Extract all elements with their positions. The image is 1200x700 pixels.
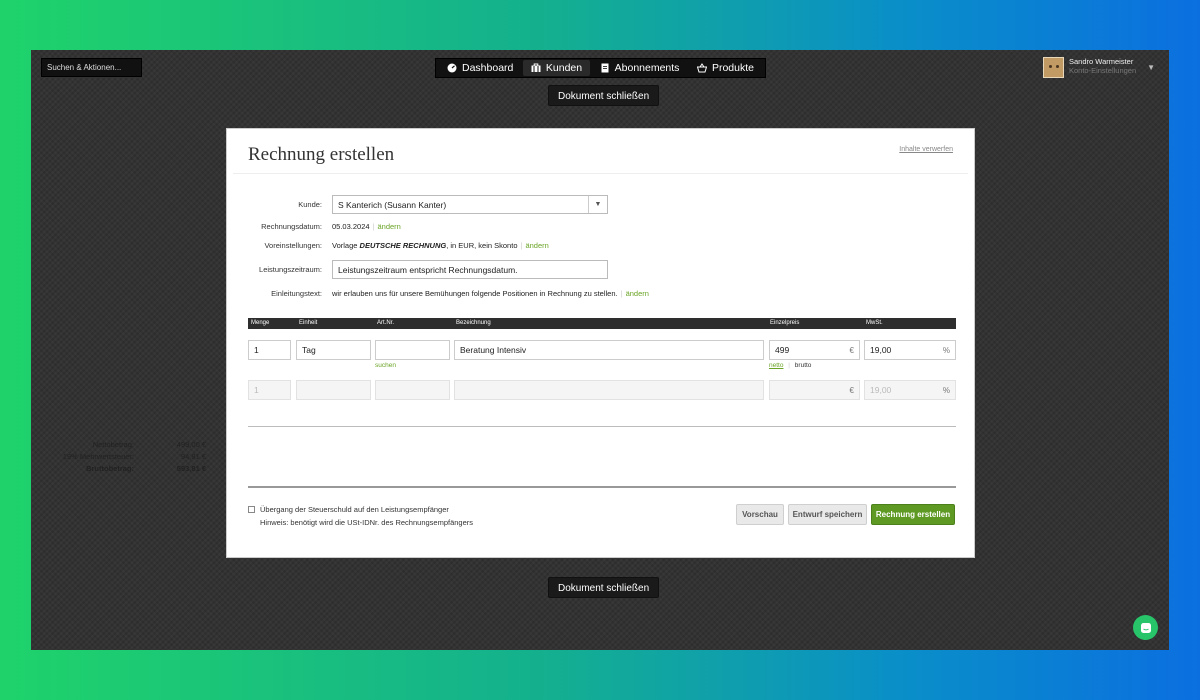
col-artno: Art.Nr. xyxy=(377,320,395,326)
avatar xyxy=(1043,57,1064,78)
col-unit: Einheit xyxy=(299,320,318,326)
main-navigation: Dashboard Kunden Abonnements Produkte xyxy=(435,58,766,78)
dashboard-icon xyxy=(447,63,457,73)
nav-item-produkte[interactable]: Produkte xyxy=(689,60,762,76)
vat-value-empty: 19,00 xyxy=(870,385,892,395)
nav-label-kunden: Kunden xyxy=(545,62,583,74)
vat-total-value: 94,81 € xyxy=(180,452,206,461)
netto-link[interactable]: netto xyxy=(769,362,783,369)
brutto-link[interactable]: brutto xyxy=(795,362,812,369)
presets-label: Voreinstellungen: xyxy=(264,241,322,250)
customer-select[interactable]: S Kanterich (Susann Kanter) ▼ xyxy=(332,195,608,214)
divider xyxy=(248,486,956,488)
nav-item-kunden[interactable]: Kunden xyxy=(522,60,591,76)
intro-text-row: Einleitungstext: wir erlauben uns für un… xyxy=(227,289,649,298)
close-document-button-bottom[interactable]: Dokument schließen xyxy=(548,577,660,598)
service-period-row: Leistungszeitraum: xyxy=(227,260,608,279)
search-article-link[interactable]: suchen xyxy=(375,362,396,369)
user-menu[interactable]: Sandro Warmeister Konto-Einstellungen ▼ xyxy=(1043,57,1155,78)
customer-value: S Kanterich (Susann Kanter) xyxy=(338,199,447,210)
net-label: Nettobetrag: xyxy=(92,440,134,449)
close-document-button-top[interactable]: Dokument schließen xyxy=(548,85,660,106)
reverse-charge-label: Übergang der Steuerschuld auf den Leistu… xyxy=(260,505,449,514)
price-input-empty[interactable]: € xyxy=(769,380,860,400)
link-separator: | xyxy=(372,222,375,231)
euro-icon: € xyxy=(849,385,854,395)
reverse-charge-hint: Hinweis: benötigt wird die USt-IDNr. des… xyxy=(260,518,474,527)
preview-button[interactable]: Vorschau xyxy=(736,504,784,525)
description-input-empty[interactable] xyxy=(454,380,764,400)
price-input[interactable]: 499 € xyxy=(769,340,860,360)
service-period-input[interactable] xyxy=(332,260,608,279)
presets-template: DEUTSCHE RECHNUNG xyxy=(359,241,447,250)
description-input[interactable]: Beratung Intensiv xyxy=(454,340,764,360)
link-separator: | xyxy=(788,362,790,369)
price-value: 499 xyxy=(775,345,790,355)
change-intro-link[interactable]: ändern xyxy=(626,289,649,298)
percent-icon: % xyxy=(942,385,950,395)
nav-label-abonnements: Abonnements xyxy=(614,62,680,74)
gross-label: Bruttobetrag: xyxy=(86,464,134,473)
intro-text-label: Einleitungstext: xyxy=(271,289,322,298)
nav-item-abonnements[interactable]: Abonnements xyxy=(592,60,688,76)
invoice-date-label: Rechnungsdatum: xyxy=(261,222,322,231)
chevron-down-icon[interactable]: ▼ xyxy=(1147,63,1155,72)
briefcase-icon xyxy=(531,63,541,72)
invoice-date-value: 05.03.2024 xyxy=(332,222,370,231)
change-presets-link[interactable]: ändern xyxy=(525,241,548,250)
presets-suffix: , in EUR, kein Skonto xyxy=(446,241,518,250)
intro-text-value: wir erlauben uns für unsere Bemühungen f… xyxy=(332,289,618,298)
unit-input-empty[interactable] xyxy=(296,380,371,400)
vat-input[interactable]: 19,00 % xyxy=(864,340,956,360)
vat-value: 19,00 xyxy=(870,345,892,355)
divider xyxy=(233,173,968,174)
presets-prefix: Vorlage xyxy=(332,241,358,250)
nav-item-dashboard[interactable]: Dashboard xyxy=(439,60,521,76)
invoice-date-row: Rechnungsdatum: 05.03.2024 | ändern xyxy=(227,222,401,231)
gross-value: 593,81 € xyxy=(176,464,206,473)
app-window: Dashboard Kunden Abonnements Produkte Do… xyxy=(31,50,1169,650)
change-date-link[interactable]: ändern xyxy=(378,222,401,231)
qty-input-empty[interactable]: 1 xyxy=(248,380,291,400)
col-desc: Bezeichnung xyxy=(456,320,491,326)
vat-input-empty[interactable]: 19,00 % xyxy=(864,380,956,400)
nav-label-produkte: Produkte xyxy=(711,62,754,74)
basket-icon xyxy=(696,63,707,73)
customer-label: Kunde: xyxy=(298,200,322,209)
invoice-card: Rechnung erstellen Inhalte verwerfen Kun… xyxy=(63,128,975,558)
chat-button[interactable] xyxy=(1133,615,1158,640)
col-qty: Menge xyxy=(251,320,270,326)
col-price: Einzelpreis xyxy=(770,320,800,326)
nav-label-dashboard: Dashboard xyxy=(462,62,514,74)
vat-label: 19% Mehrwertsteuer: xyxy=(62,452,134,461)
document-icon xyxy=(601,63,609,73)
artno-input-empty[interactable] xyxy=(375,380,450,400)
chat-icon xyxy=(1140,622,1151,633)
save-draft-button[interactable]: Entwurf speichern xyxy=(788,504,867,525)
service-period-label: Leistungszeitraum: xyxy=(259,265,322,274)
net-value: 499,00 € xyxy=(176,440,206,449)
artno-input[interactable] xyxy=(375,340,450,360)
net-gross-toggle: netto | brutto xyxy=(769,362,811,369)
create-invoice-button[interactable]: Rechnung erstellen xyxy=(871,504,955,525)
divider xyxy=(248,426,956,427)
euro-icon: € xyxy=(849,345,854,355)
col-vat: MwSt. xyxy=(866,320,883,326)
link-separator: | xyxy=(520,241,523,250)
qty-input[interactable]: 1 xyxy=(248,340,291,360)
unit-input[interactable]: Tag xyxy=(296,340,371,360)
page-title: Rechnung erstellen xyxy=(248,144,395,165)
chevron-down-icon[interactable]: ▼ xyxy=(588,196,607,213)
reverse-charge-checkbox[interactable] xyxy=(248,506,255,513)
discard-content-link[interactable]: Inhalte verwerfen xyxy=(899,146,953,153)
account-settings-link[interactable]: Konto-Einstellungen xyxy=(1069,66,1136,76)
link-separator: | xyxy=(620,289,623,298)
search-input[interactable] xyxy=(41,58,142,77)
presets-row: Voreinstellungen: Vorlage DEUTSCHE RECHN… xyxy=(227,241,548,250)
positions-table-header: Menge Einheit Art.Nr. Bezeichnung Einzel… xyxy=(248,318,956,329)
user-name: Sandro Warmeister xyxy=(1069,57,1134,66)
percent-icon: % xyxy=(942,345,950,355)
customer-row: Kunde: S Kanterich (Susann Kanter) ▼ xyxy=(227,195,608,214)
